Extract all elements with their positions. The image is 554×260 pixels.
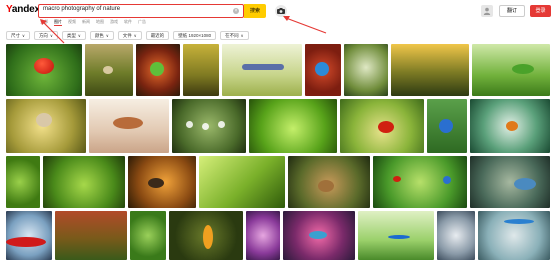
chevron-down-icon: ∨ [133,33,137,38]
tab-ads[interactable]: 广告 [138,19,146,26]
image-result-blue-beetle[interactable] [427,99,467,153]
filter-wallpaper[interactable]: 壁纸 1920×1080 [173,31,217,40]
search-query[interactable]: macro photography of nature [43,6,120,12]
tab-maps[interactable]: 地图 [96,19,104,26]
chevron-down-icon: ∨ [22,33,25,38]
yandex-logo[interactable]: Yandex [6,4,40,15]
image-result-red-moss[interactable] [55,211,127,260]
image-result-dragonfly-flower[interactable] [89,99,169,153]
image-result-fern-spiral[interactable] [6,156,40,208]
image-result-blue-insect[interactable] [305,44,341,96]
image-result-water-drop-petal[interactable] [6,211,52,260]
filter-type[interactable]: 类型 ∨ [61,31,86,40]
image-result-green-moss[interactable] [249,99,337,153]
clear-icon[interactable]: × [233,8,239,14]
search-tabs: 全部 图片 视频 新闻 地图 游戏 软件 广告 [40,19,146,26]
image-result-dandelion[interactable] [470,99,550,153]
secondary-header-button[interactable]: 翻订 [499,5,525,17]
tab-news[interactable]: 新闻 [82,19,90,26]
image-result-frog[interactable] [470,156,550,208]
image-result-dew-stems[interactable] [183,44,219,96]
filter-other[interactable]: 在不同 ∨ [220,31,249,40]
image-result-green-buds[interactable] [136,44,180,96]
filter-file[interactable]: 文件 ∨ [117,31,142,40]
filter-bar: 尺寸 ∨ 方向 ∨ 类型 ∨ 颜色 ∨ 文件 ∨ 最近的 壁纸 1920×1080 在不同… [6,31,249,40]
tab-images[interactable]: 图片 [54,19,62,26]
image-result-water-droplets[interactable] [172,99,246,153]
chevron-down-icon: ∨ [77,33,81,38]
tab-software[interactable]: 软件 [124,19,132,26]
tab-games[interactable]: 游戏 [110,19,118,26]
search-button[interactable]: 搜索 [244,4,266,18]
filter-size[interactable]: 尺寸 ∨ [6,31,30,40]
image-result-mushroom-moss[interactable] [85,44,133,96]
filter-orientation[interactable]: 方向 ∨ [33,31,58,40]
chevron-down-icon: ∨ [240,33,244,38]
image-result-blue-dragonfly[interactable] [478,211,550,260]
image-result-dandelion-dew[interactable] [344,44,388,96]
filter-recent[interactable]: 最近的 [145,31,170,40]
image-result-damselfly[interactable] [358,211,434,260]
image-result-sprouts[interactable] [391,44,469,96]
image-result-grasshopper[interactable] [472,44,550,96]
user-icon[interactable] [481,5,493,17]
chevron-down-icon: ∨ [105,33,109,38]
image-result-leaf-texture[interactable] [199,156,285,208]
image-result-snail-mushroom[interactable] [6,99,86,153]
tab-video[interactable]: 视频 [68,19,76,26]
image-result-orange-dragonfly[interactable] [169,211,243,260]
search-input[interactable]: macro photography of nature × [38,4,244,18]
image-result-ladybug-moss[interactable] [340,99,424,153]
image-result-mushrooms-white[interactable] [437,211,475,260]
image-result-hedgehog-mushroom[interactable] [288,156,370,208]
image-result-purple-flower[interactable] [246,211,280,260]
image-result-ladybug-grass[interactable] [373,156,467,208]
image-result-ladybug-leaf[interactable] [6,44,82,96]
image-result-snail[interactable] [128,156,196,208]
filter-color[interactable]: 颜色 ∨ [89,31,114,40]
image-result-moss-mound[interactable] [43,156,125,208]
tab-all[interactable]: 全部 [40,19,48,26]
login-button[interactable]: 登录 [530,5,551,17]
image-result-butterfly[interactable] [283,211,355,260]
image-result-dragonfly[interactable] [222,44,302,96]
image-result-green-plant[interactable] [130,211,166,260]
chevron-down-icon: ∨ [49,33,53,38]
camera-icon[interactable] [275,5,287,17]
